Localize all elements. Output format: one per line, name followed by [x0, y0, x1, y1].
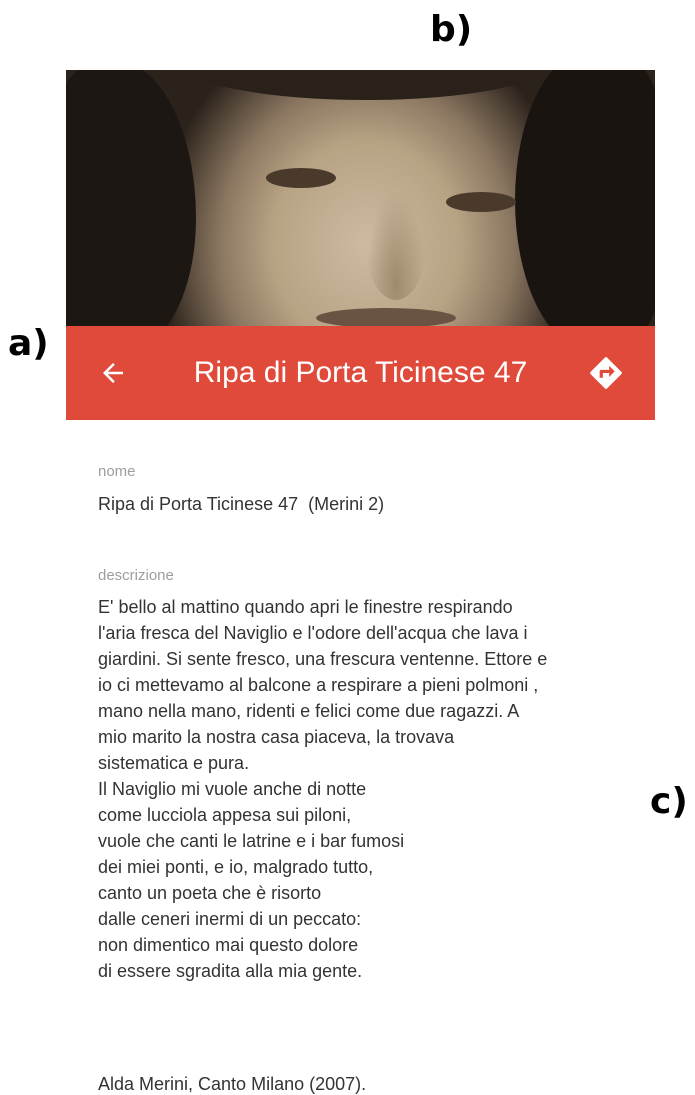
descrizione-line: di essere sgradita alla mia gente.	[98, 961, 363, 981]
descrizione-line: vuole che canti le latrine e i bar fumos…	[98, 831, 405, 851]
nome-value: Ripa di Porta Ticinese 47 (Merini 2)	[98, 494, 385, 514]
directions-icon	[590, 357, 622, 389]
descrizione-text: E' bello al mattino quando apri le fines…	[98, 594, 638, 984]
descrizione-line: Il Naviglio mi vuole anche di notte	[98, 779, 367, 799]
descrizione-line: dei miei ponti, e io, malgrado tutto,	[98, 857, 374, 877]
descrizione-line: non dimentico mai questo dolore	[98, 935, 359, 955]
descrizione-line: io ci mettevamo al balcone a respirare a…	[98, 675, 539, 695]
descrizione-line: canto un poeta che è risorto	[98, 883, 322, 903]
directions-button[interactable]	[587, 354, 625, 392]
descrizione-label: descrizione	[98, 567, 174, 584]
annotation-c: c)	[650, 781, 688, 822]
descrizione-line: mano nella mano, ridenti e felici come d…	[98, 701, 520, 721]
descrizione-line: come lucciola appesa sui piloni,	[98, 805, 352, 825]
descrizione-line: dalle ceneri inermi di un peccato:	[98, 909, 362, 929]
descrizione-line: giardini. Si sente fresco, una frescura …	[98, 649, 548, 669]
descrizione-line: mio marito la nostra casa piaceva, la tr…	[98, 727, 455, 747]
hero-portrait-image	[66, 70, 655, 328]
page-title: Ripa di Porta Ticinese 47	[193, 356, 528, 389]
annotation-a: a)	[8, 323, 49, 364]
nome-label: nome	[98, 463, 136, 480]
citation-text: Alda Merini, Canto Milano (2007).	[98, 1074, 367, 1094]
descrizione-line: E' bello al mattino quando apri le fines…	[98, 597, 513, 617]
app-bar: Ripa di Porta Ticinese 47	[66, 326, 655, 420]
descrizione-line: l'aria fresca del Naviglio e l'odore del…	[98, 623, 528, 643]
descrizione-line: sistematica e pura.	[98, 753, 250, 773]
annotation-b: b)	[430, 9, 473, 50]
